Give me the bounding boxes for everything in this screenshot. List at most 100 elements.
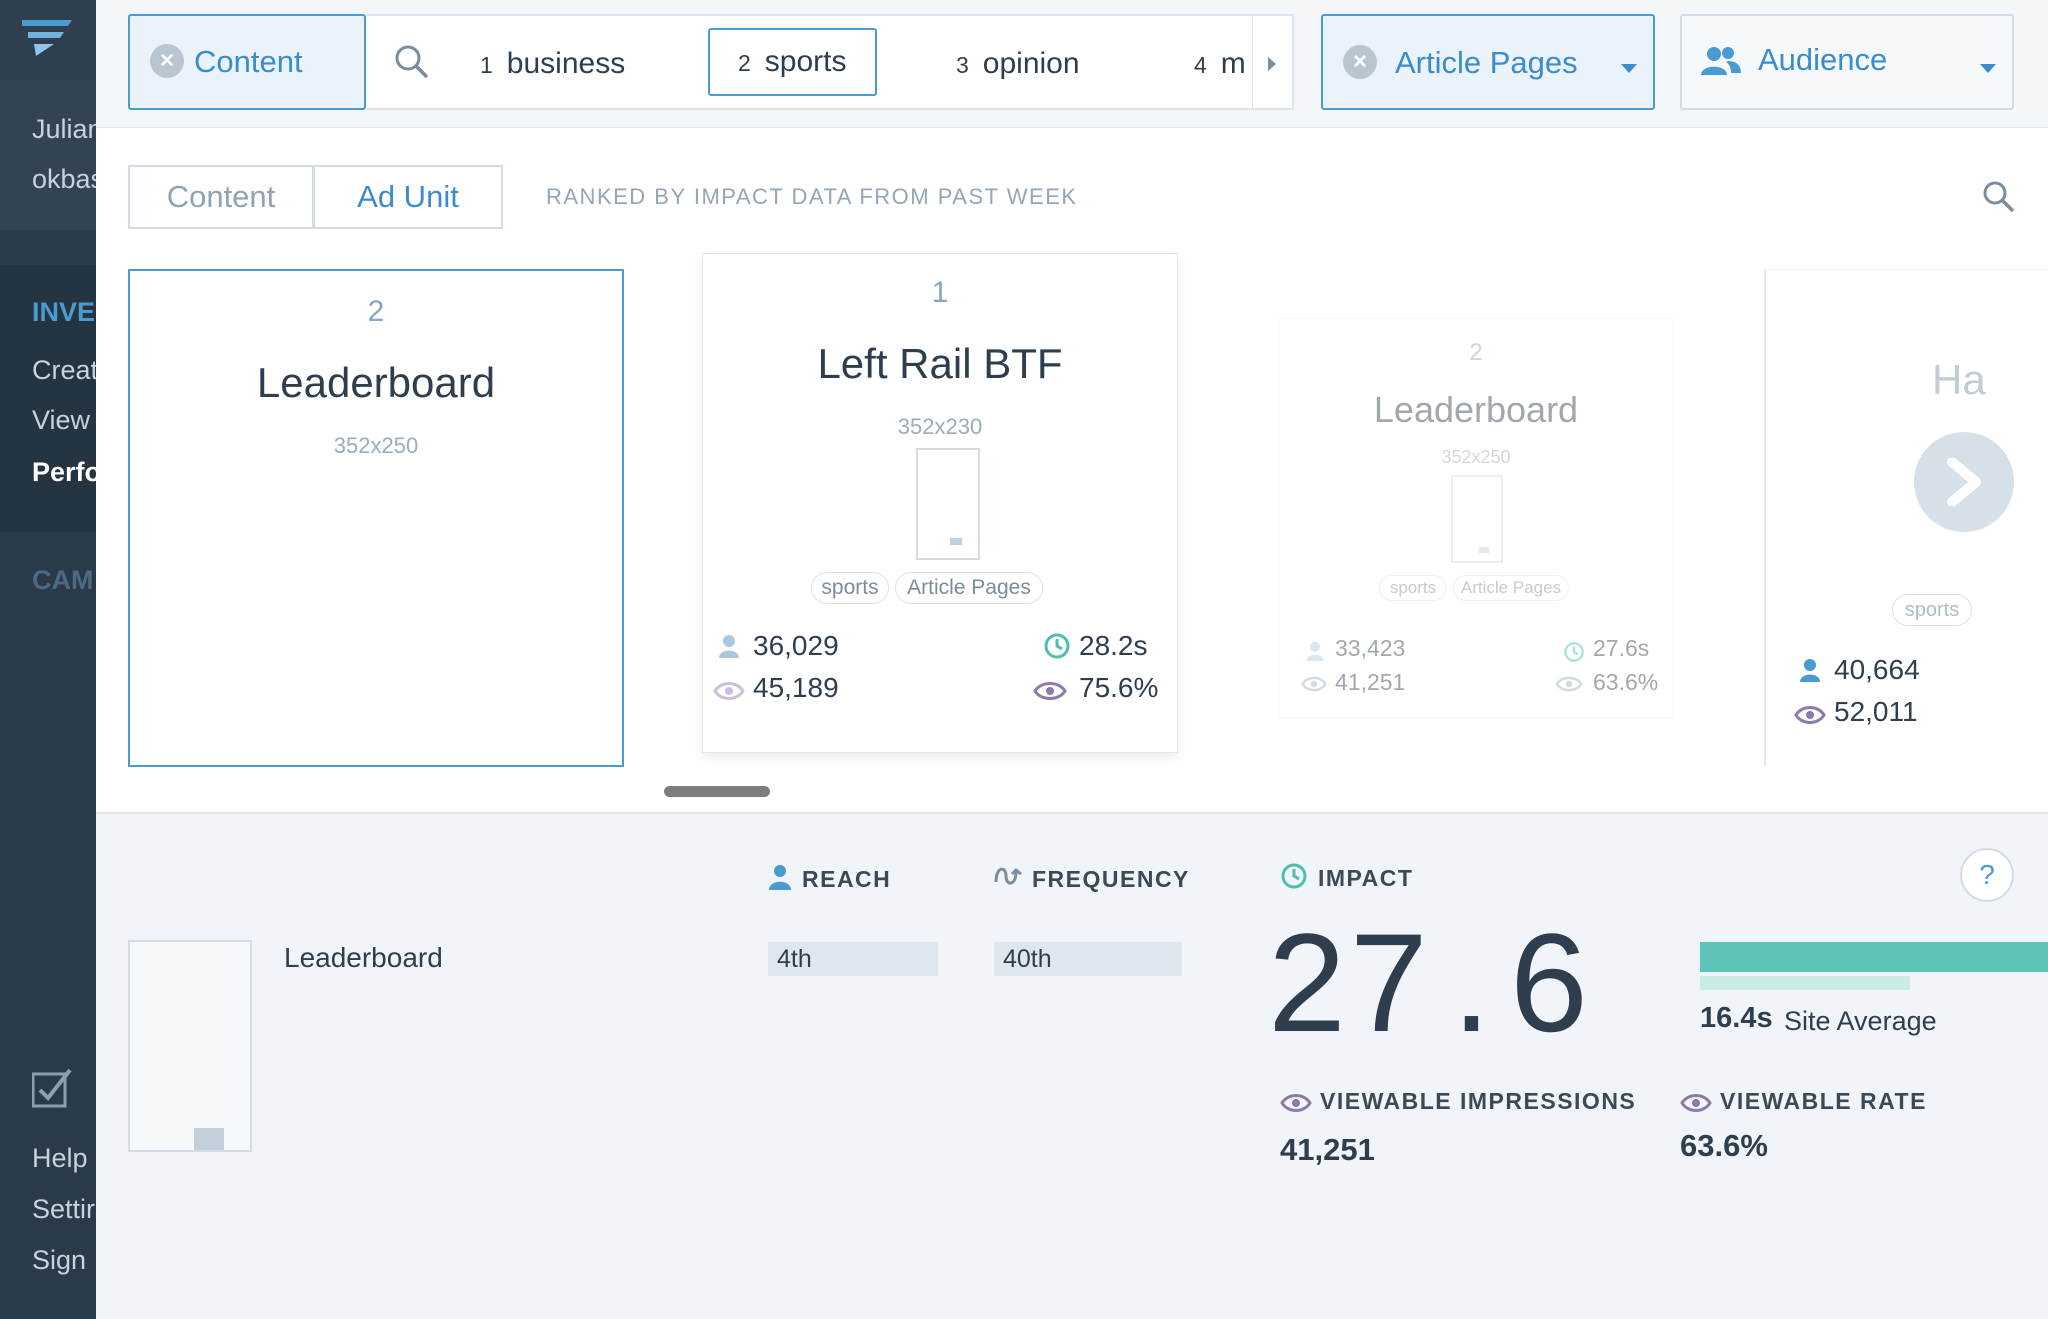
segment-item[interactable]: 1 business [480, 16, 626, 108]
content-filter[interactable]: × Content [128, 14, 366, 110]
segment-scroll-right-button[interactable] [1252, 16, 1292, 108]
clear-page-type-filter-icon[interactable]: × [1343, 45, 1377, 79]
clear-content-filter-icon[interactable]: × [150, 44, 184, 78]
ad-unit-ranking-panel: Content Ad Unit RANKED BY IMPACT DATA FR… [96, 128, 2048, 814]
reach-icon [1800, 659, 1820, 682]
card-viewable-rate-value: 75.6% [1079, 672, 1159, 703]
sidebar-item-settings[interactable]: Settir [32, 1194, 95, 1225]
app-logo-icon[interactable] [20, 16, 74, 58]
section-campaigns-heading[interactable]: CAM [32, 565, 94, 596]
reach-percentile: 4th [768, 942, 938, 976]
eye-icon [1555, 676, 1583, 692]
card-size: 352x250 [333, 433, 419, 458]
card-title: Leaderboard [1373, 389, 1579, 430]
inventory-section: INVE Creat View Perfo [0, 265, 96, 532]
ad-preview-thumbnail [128, 940, 252, 1152]
help-button[interactable]: ? [1960, 848, 2014, 902]
viewable-impressions-value: 41,251 [1280, 1132, 1375, 1167]
search-icon[interactable] [1982, 180, 2016, 214]
impact-bar [1700, 942, 2048, 972]
card-impressions-value: 45,189 [753, 672, 839, 703]
ad-unit-card[interactable]: 1 Left Rail BTF 352x230 sports Article P… [702, 253, 1178, 753]
ad-unit-detail-panel: Leaderboard REACH 4th FREQUENCY 40th IMP… [96, 814, 2048, 1319]
card-reach-value: 33,423 [1335, 635, 1406, 661]
ad-preview-thumbnail [1451, 475, 1503, 563]
clock-icon [1564, 642, 1584, 662]
ad-unit-card[interactable]: 2 Leaderboard 352x250 sports Article Pag… [1278, 318, 1674, 718]
card-tag: sports [811, 572, 889, 604]
filter-bar: × Content 1 business 2 sports 3 opinion 4m … [96, 0, 2048, 128]
horizontal-scrollbar[interactable] [664, 786, 770, 797]
card-rank: 2 [367, 295, 385, 328]
viewable-rate-heading: VIEWABLE RATE [1720, 1088, 1927, 1114]
tab-content[interactable]: Content [128, 165, 314, 229]
tab-ad-unit[interactable]: Ad Unit [313, 165, 503, 229]
impact-heading: IMPACT [1318, 865, 1414, 891]
sidebar-item-help[interactable]: Help [32, 1143, 88, 1174]
chevron-right-icon [1947, 458, 1981, 506]
chevron-right-icon [1268, 57, 1276, 71]
segment-label: opinion [982, 47, 1080, 80]
user-block[interactable]: Julian okbas [0, 80, 96, 230]
user-name: Julian [32, 114, 96, 144]
ranked-caption: RANKED BY IMPACT DATA FROM PAST WEEK [546, 184, 1078, 209]
card-size: 352x230 [897, 414, 983, 439]
section-inventory-heading: INVE [32, 297, 96, 327]
eye-icon [713, 682, 745, 700]
impact-value-integer: 27 [1268, 904, 1432, 1061]
card-title: Ha [1932, 356, 1986, 403]
segment-item[interactable]: 4m [1194, 16, 1246, 108]
reach-heading: REACH [802, 866, 892, 892]
ad-unit-card-selected[interactable]: 2 Leaderboard 352x250 [128, 269, 624, 767]
site-average-label: Site Average [1784, 1006, 1937, 1036]
sidebar-item-create[interactable]: Creat [32, 355, 96, 386]
sidebar-item-view[interactable]: View [32, 405, 90, 436]
card-tag: sports [1892, 594, 1972, 626]
segment-item[interactable]: 3 opinion [956, 16, 1080, 108]
eye-icon [1033, 682, 1067, 700]
card-tag: Article Pages [895, 572, 1043, 604]
checklist-icon[interactable] [32, 1068, 74, 1108]
frequency-heading: FREQUENCY [1032, 866, 1190, 892]
segment-label: business [506, 47, 626, 80]
card-rank: 1 [931, 276, 949, 309]
chevron-down-icon [1621, 64, 1637, 73]
eye-icon [1280, 1094, 1312, 1112]
chevron-down-icon [1980, 64, 1996, 73]
next-card-button[interactable] [1914, 432, 2014, 532]
card-impact-value: 27.6s [1593, 635, 1650, 661]
segment-number: 4 [1194, 52, 1207, 78]
card-impressions-value: 52,011 [1834, 696, 1918, 727]
card-viewable-rate-value: 63.6% [1593, 669, 1659, 695]
page-type-filter[interactable]: × Article Pages [1321, 14, 1655, 110]
sidebar-item-performance[interactable]: Perfo [32, 457, 96, 488]
clock-icon [1044, 633, 1070, 659]
sidebar-item-sign-out[interactable]: Sign [32, 1245, 86, 1276]
reach-icon [769, 865, 791, 890]
card-rank: 2 [1469, 339, 1483, 366]
segment-list: 1 business 2 sports 3 opinion 4m [366, 14, 1294, 110]
user-org: okbas [32, 164, 96, 194]
segment-label: sports [764, 45, 847, 78]
card-title: Left Rail BTF [817, 340, 1063, 387]
page-type-filter-label: Article Pages [1395, 45, 1578, 80]
card-impressions-value: 41,251 [1335, 669, 1406, 695]
search-icon[interactable] [394, 44, 430, 80]
segment-item-selected[interactable]: 2 sports [708, 28, 877, 96]
viewable-impressions-heading: VIEWABLE IMPRESSIONS [1320, 1088, 1637, 1114]
impact-value-point: . [1452, 904, 1491, 1061]
site-average-bar [1700, 976, 1910, 990]
eye-icon [1794, 706, 1826, 724]
segment-number: 3 [956, 52, 969, 78]
card-impact-value: 28.2s [1079, 630, 1148, 661]
impact-value-decimal: 6 [1510, 904, 1588, 1061]
main-area: × Content 1 business 2 sports 3 opinion 4m … [96, 0, 2048, 1319]
content-filter-label: Content [194, 44, 303, 79]
ad-unit-card[interactable]: Ha sports 40,664 52,011 [1764, 269, 2048, 767]
eye-icon [1301, 676, 1327, 692]
site-average-value: 16.4s [1700, 1002, 1773, 1034]
audience-filter[interactable]: Audience [1680, 14, 2014, 110]
ad-preview-thumbnail [916, 448, 980, 560]
logo-area [0, 0, 96, 80]
card-reach-value: 36,029 [753, 630, 839, 661]
